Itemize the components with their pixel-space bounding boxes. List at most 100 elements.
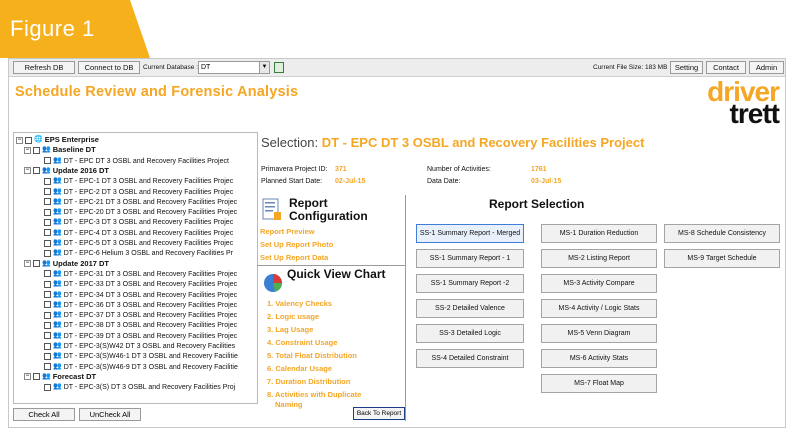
checkbox[interactable] bbox=[44, 249, 51, 257]
tree-group-label: Update 2016 DT bbox=[52, 165, 109, 175]
ms3-activity-compare-button[interactable]: MS-3 Activity Compare bbox=[541, 274, 657, 293]
tree-project-item[interactable]: 👥 DT - EPC-5 DT 3 OSBL and Recovery Facil… bbox=[44, 238, 233, 248]
duplicate-naming-link-cont[interactable]: Naming bbox=[275, 400, 303, 409]
constraint-usage-link[interactable]: 4. Constraint Usage bbox=[267, 338, 337, 347]
check-all-button[interactable]: Check All bbox=[13, 408, 75, 421]
tree-project-item[interactable]: 👥 DT - EPC-31 DT 3 OSBL and Recovery Faci… bbox=[44, 269, 237, 279]
calendar-usage-link[interactable]: 6. Calendar Usage bbox=[267, 364, 332, 373]
ms6-activity-stats-button[interactable]: MS-6 Activity Stats bbox=[541, 349, 657, 368]
ms8-schedule-consistency-button[interactable]: MS-8 Schedule Consistency bbox=[664, 224, 780, 243]
checkbox[interactable] bbox=[44, 363, 51, 371]
contact-button[interactable]: Contact bbox=[706, 61, 746, 74]
checkbox[interactable] bbox=[44, 301, 51, 309]
total-float-link[interactable]: 5. Total Float Distribution bbox=[267, 351, 357, 360]
checkbox[interactable] bbox=[44, 352, 51, 360]
tree-project-item[interactable]: 👥 DT - EPC-3(S) DT 3 OSBL and Recovery Fa… bbox=[44, 382, 235, 392]
tree-group-node[interactable]: − 👥 Forecast DT bbox=[24, 372, 96, 382]
tree-group-node[interactable]: − 👥 Update 2017 DT bbox=[24, 259, 109, 269]
ss4-detailed-constraint-button[interactable]: SS-4 Detailed Constraint bbox=[416, 349, 524, 368]
checkbox[interactable] bbox=[33, 260, 40, 268]
refresh-db-button[interactable]: Refresh DB bbox=[13, 61, 75, 74]
database-select[interactable]: DT ▼ bbox=[198, 61, 270, 74]
ms7-float-map-button[interactable]: MS-7 Float Map bbox=[541, 374, 657, 393]
setup-report-data-link[interactable]: Set Up Report Data bbox=[260, 253, 328, 262]
tree-project-item[interactable]: 👥 DT - EPC-21 DT 3 OSBL and Recovery Faci… bbox=[44, 197, 237, 207]
ss1-summary-merged-button[interactable]: SS-1 Summary Report - Merged bbox=[416, 224, 524, 243]
checkbox[interactable] bbox=[44, 332, 51, 340]
ss3-detailed-logic-button[interactable]: SS-3 Detailed Logic bbox=[416, 324, 524, 343]
database-connect-icon[interactable] bbox=[274, 62, 284, 73]
tree-project-item[interactable]: 👥 DT - EPC-2 DT 3 OSBL and Recovery Facil… bbox=[44, 187, 233, 197]
checkbox[interactable] bbox=[44, 270, 51, 278]
people-icon: 👥 bbox=[53, 208, 62, 216]
checkbox[interactable] bbox=[44, 383, 51, 391]
checkbox[interactable] bbox=[44, 218, 51, 226]
checkbox[interactable] bbox=[44, 157, 51, 165]
checkbox[interactable] bbox=[33, 373, 40, 381]
tree-project-item[interactable]: 👥 DT - EPC DT 3 OSBL and Recovery Facilit… bbox=[44, 156, 229, 166]
tree-project-label: DT - EPC-20 DT 3 OSBL and Recovery Facil… bbox=[63, 208, 238, 216]
checkbox[interactable] bbox=[44, 291, 51, 298]
back-to-report-button[interactable]: Back To Report bbox=[353, 407, 405, 420]
tree-project-item[interactable]: 👥 DT - EPC-6 Helium 3 OSBL and Recovery F… bbox=[44, 248, 233, 258]
ss2-detailed-valence-button[interactable]: SS-2 Detailed Valence bbox=[416, 299, 524, 318]
checkbox[interactable] bbox=[44, 177, 51, 185]
ms2-listing-report-button[interactable]: MS-2 Listing Report bbox=[541, 249, 657, 268]
checkbox[interactable] bbox=[44, 280, 51, 288]
tree-project-item[interactable]: 👥 DT - EPC-3(S)W42 DT 3 OSBL and Recovery… bbox=[44, 341, 235, 351]
valency-checks-link[interactable]: 1. Valency Checks bbox=[267, 299, 332, 308]
checkbox[interactable] bbox=[33, 167, 40, 175]
ms4-activity-logic-stats-button[interactable]: MS-4 Activity / Logic Stats bbox=[541, 299, 657, 318]
checkbox[interactable] bbox=[44, 188, 51, 195]
tree-project-item[interactable]: 👥 DT - EPC-34 DT 3 OSBL and Recovery Faci… bbox=[44, 290, 237, 300]
uncheck-all-button[interactable]: UnCheck All bbox=[79, 408, 141, 421]
report-preview-link[interactable]: Report Preview bbox=[260, 227, 315, 236]
tree-project-item[interactable]: 👥 DT - EPC-3 DT 3 OSBL and Recovery Facil… bbox=[44, 217, 233, 227]
checkbox[interactable] bbox=[25, 136, 32, 144]
tree-project-label: DT - EPC-5 DT 3 OSBL and Recovery Facili… bbox=[63, 239, 234, 247]
checkbox[interactable] bbox=[44, 198, 51, 206]
ss1-summary-2-button[interactable]: SS-1 Summary Report -2 bbox=[416, 274, 524, 293]
tree-project-item[interactable]: 👥 DT - EPC-33 DT 3 OSBL and Recovery Faci… bbox=[44, 279, 237, 289]
tree-project-item[interactable]: 👥 DT - EPC-36 DT 3 OSBL and Recovery Faci… bbox=[44, 300, 237, 310]
tree-project-item[interactable]: 👥 DT - EPC-3(S)W46-1 DT 3 OSBL and Recove… bbox=[44, 351, 238, 361]
checkbox[interactable] bbox=[44, 208, 51, 216]
checkbox[interactable] bbox=[44, 239, 51, 247]
tree-project-item[interactable]: 👥 DT - EPC-38 DT 3 OSBL and Recovery Faci… bbox=[44, 320, 237, 330]
tree-group-node[interactable]: − 👥 Update 2016 DT bbox=[24, 166, 109, 176]
checkbox[interactable] bbox=[44, 229, 51, 237]
duration-distribution-link[interactable]: 7. Duration Distribution bbox=[267, 377, 350, 386]
collapse-toggle-icon[interactable]: − bbox=[24, 260, 31, 268]
collapse-toggle-icon[interactable]: − bbox=[16, 136, 23, 144]
people-icon: 👥 bbox=[53, 197, 62, 205]
collapse-toggle-icon[interactable]: − bbox=[24, 146, 31, 154]
checkbox[interactable] bbox=[44, 311, 51, 319]
setting-button[interactable]: Setting bbox=[670, 61, 703, 74]
collapse-toggle-icon[interactable]: − bbox=[24, 373, 31, 381]
checkbox[interactable] bbox=[44, 321, 51, 329]
collapse-toggle-icon[interactable]: − bbox=[24, 167, 31, 175]
connect-db-button[interactable]: Connect to DB bbox=[78, 61, 140, 74]
admin-button[interactable]: Admin bbox=[749, 61, 784, 74]
ss1-summary-1-button[interactable]: SS-1 Summary Report - 1 bbox=[416, 249, 524, 268]
lag-usage-link[interactable]: 3. Lag Usage bbox=[267, 325, 313, 334]
ms5-venn-diagram-button[interactable]: MS-5 Venn Diagram bbox=[541, 324, 657, 343]
tree-group-node[interactable]: − 👥 Baseline DT bbox=[24, 145, 96, 155]
checkbox[interactable] bbox=[44, 342, 51, 350]
planned-start-value: 02-Jul-15 bbox=[335, 178, 366, 185]
duplicate-naming-link[interactable]: 8. Activities with Duplicate bbox=[267, 390, 361, 399]
tree-project-item[interactable]: 👥 DT - EPC-37 DT 3 OSBL and Recovery Faci… bbox=[44, 310, 237, 320]
tree-root-node[interactable]: − 🌐 EPS Enterprise bbox=[16, 135, 99, 145]
tree-project-item[interactable]: 👥 DT - EPC-1 DT 3 OSBL and Recovery Facil… bbox=[44, 176, 233, 186]
tree-project-item[interactable]: 👥 DT - EPC-20 DT 3 OSBL and Recovery Faci… bbox=[44, 207, 237, 217]
tree-project-item[interactable]: 👥 DT - EPC-39 DT 3 OSBL and Recovery Faci… bbox=[44, 331, 237, 341]
ms9-target-schedule-button[interactable]: MS-9 Target Schedule bbox=[664, 249, 780, 268]
setup-report-photo-link[interactable]: Set Up Report Photo bbox=[260, 240, 333, 249]
logic-usage-link[interactable]: 2. Logic usage bbox=[267, 312, 319, 321]
ms1-duration-reduction-button[interactable]: MS-1 Duration Reduction bbox=[541, 224, 657, 243]
checkbox[interactable] bbox=[33, 146, 40, 154]
tree-project-item[interactable]: 👥 DT - EPC-3(S)W46-9 DT 3 OSBL and Recove… bbox=[44, 362, 238, 372]
tree-project-item[interactable]: 👥 DT - EPC-4 DT 3 OSBL and Recovery Facil… bbox=[44, 228, 233, 238]
project-tree[interactable]: − 🌐 EPS Enterprise − 👥 Baseline DT 👥 DT - EPC D… bbox=[13, 132, 258, 404]
chevron-down-icon[interactable]: ▼ bbox=[259, 62, 269, 73]
